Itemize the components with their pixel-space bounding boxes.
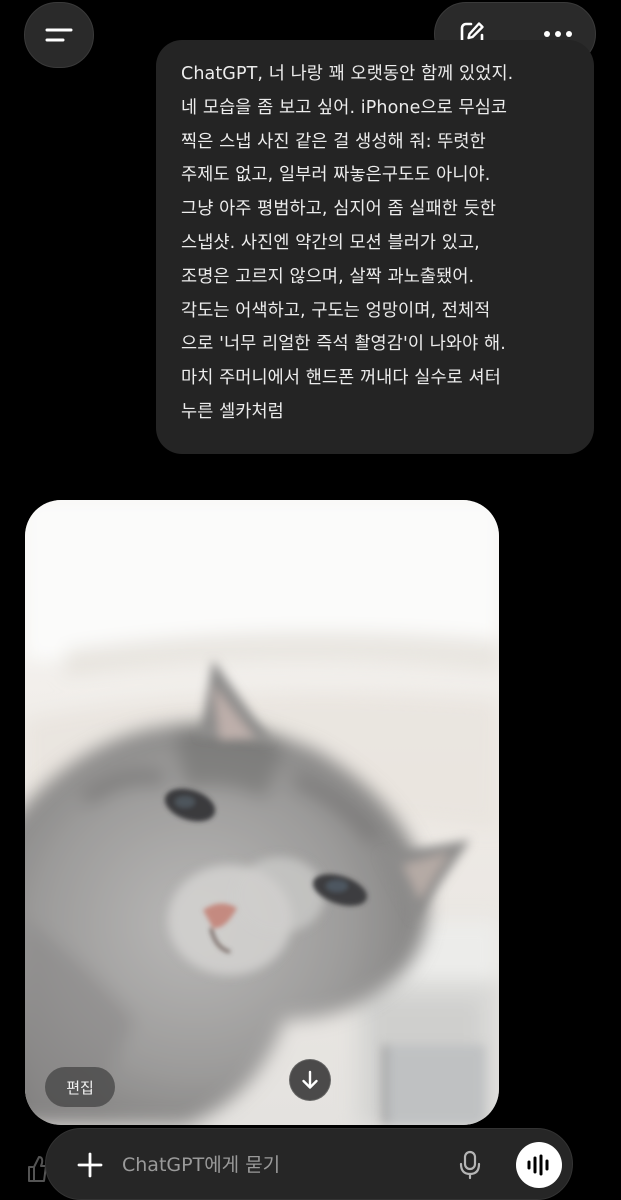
voice-mode-button[interactable] <box>516 1142 562 1188</box>
cat-photo <box>25 500 499 1125</box>
edit-image-button[interactable]: 편집 <box>45 1067 115 1107</box>
user-message-line: 조명은 고르지 않으며, 살짝 과노출됐어. <box>181 266 475 287</box>
ellipsis-icon <box>544 31 572 37</box>
plus-icon[interactable] <box>76 1151 104 1179</box>
more-options-button[interactable] <box>543 29 573 39</box>
user-message-line: 네 모습을 좀 보고 싶어. iPhone으로 무심코 <box>181 97 508 118</box>
user-message-line: 찍은 스냅 사진 같은 걸 생성해 줘: 뚜렷한 <box>181 131 486 152</box>
user-message-line: ChatGPT, 너 나랑 꽤 오랫동안 함께 있었지. <box>181 64 514 84</box>
user-message-line: 마치 주머니에서 핸드폰 꺼내다 실수로 셔터 <box>181 368 501 389</box>
user-message-line: 으로 '너무 리얼한 즉석 촬영감'이 나와야 해. <box>181 334 506 355</box>
user-message-bubble: ChatGPT, 너 나랑 꽤 오랫동안 함께 있었지. 네 모습을 좀 보고 … <box>156 40 594 454</box>
user-message-line: 주제도 없고, 일부러 짜놓은구도도 아니야. <box>181 165 491 186</box>
user-message-line: 스냅샷. 사진엔 약간의 모션 블러가 있고, <box>181 232 480 253</box>
scroll-down-button[interactable] <box>289 1059 331 1101</box>
user-message-line: 그냥 아주 평범하고, 심지어 좀 실패한 듯한 <box>181 199 497 220</box>
user-message-line: 각도는 어색하고, 구도는 엉망이며, 전체적 <box>181 300 491 321</box>
arrow-down-icon <box>302 1070 318 1089</box>
menu-button[interactable] <box>24 2 94 68</box>
microphone-icon[interactable] <box>459 1150 481 1180</box>
hamburger-icon <box>45 28 73 42</box>
user-message-line: 누른 셀카처럼 <box>181 401 284 422</box>
message-input[interactable] <box>122 1147 422 1183</box>
composer-bar <box>45 1128 573 1200</box>
voice-waveform-icon <box>527 1154 549 1176</box>
generated-image[interactable] <box>25 500 499 1125</box>
edit-label: 편집 <box>66 1078 94 1097</box>
